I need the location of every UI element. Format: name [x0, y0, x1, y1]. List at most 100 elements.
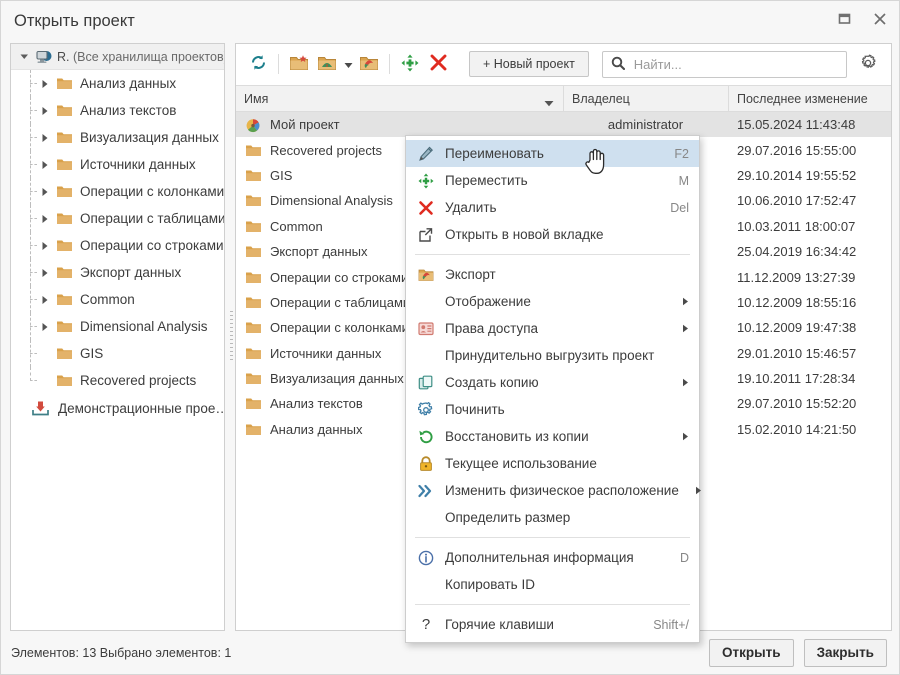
menu-item-5[interactable]: Экспорт: [406, 261, 699, 288]
tree-guide-tick: [30, 137, 37, 138]
menu-item-label: Починить: [445, 402, 505, 417]
tree-item-3[interactable]: Источники данных: [11, 151, 224, 178]
tree-root-label: R. (Все хранилища проектов): [57, 49, 225, 64]
menu-item-3[interactable]: Открыть в новой вкладке: [406, 221, 699, 248]
menu-item-10[interactable]: Починить: [406, 396, 699, 423]
tree-item-2[interactable]: Визуализация данных: [11, 124, 224, 151]
chevron-right-icon[interactable]: [39, 321, 51, 333]
menu-item-label: Горячие клавиши: [445, 617, 554, 632]
chevron-right-icon[interactable]: [39, 267, 51, 279]
tree-item-7[interactable]: Экспорт данных: [11, 259, 224, 286]
export-button[interactable]: [355, 50, 383, 78]
chevron-down-icon[interactable]: [18, 50, 31, 63]
column-header-owner[interactable]: Владелец: [563, 85, 728, 112]
new-project-button[interactable]: + Новый проект: [469, 51, 589, 77]
refresh-icon: [249, 53, 268, 75]
menu-item-label: Определить размер: [445, 510, 571, 525]
menu-item-7[interactable]: Права доступа: [406, 315, 699, 342]
cell-modified: 10.06.2010 17:52:47: [737, 193, 857, 209]
open-project-dialog: Открыть проект R. (Все хранилища проекто…: [0, 0, 900, 675]
chevron-right-icon[interactable]: [39, 132, 51, 144]
column-header-name[interactable]: Имя: [236, 85, 563, 112]
menu-item-17[interactable]: Копировать ID: [406, 571, 699, 598]
panel-splitter[interactable]: [227, 43, 235, 631]
question-icon: ?: [421, 616, 431, 633]
column-header-modified[interactable]: Последнее изменение: [728, 85, 891, 112]
dialog-buttons: Открыть Закрыть: [709, 638, 887, 667]
new-folder-button[interactable]: [285, 50, 313, 78]
row-name-label: Операции со строками: [270, 269, 409, 285]
copy-icon: [416, 375, 436, 390]
list-settings-button[interactable]: [855, 51, 881, 77]
tree-item-8[interactable]: Common: [11, 286, 224, 313]
menu-separator: [415, 254, 690, 255]
close-dialog-button[interactable]: Закрыть: [803, 638, 887, 667]
tree-root-sublabel: (Все хранилища проектов): [72, 49, 225, 64]
cell-name: Мой проект: [236, 117, 563, 133]
open-button[interactable]: Открыть: [709, 638, 794, 667]
tree-item-demo-projects[interactable]: Демонстрационные прое…: [11, 394, 224, 422]
refresh-button[interactable]: [244, 50, 272, 78]
tree-item-11[interactable]: Recovered projects: [11, 367, 224, 394]
import-tray-icon: [31, 400, 50, 417]
table-row[interactable]: Мой проект administrator 15.05.2024 11:43:…: [236, 112, 891, 138]
tree-guide-tick: [30, 83, 37, 84]
chevron-right-icon[interactable]: [39, 213, 51, 225]
move-button[interactable]: [396, 50, 424, 78]
menu-item-16[interactable]: Дополнительная информация D: [406, 544, 699, 571]
close-button[interactable]: [867, 8, 893, 32]
chevron-right-icon[interactable]: [39, 294, 51, 306]
maximize-button[interactable]: [831, 8, 857, 32]
menu-item-shortcut: Del: [670, 200, 689, 215]
folder-icon: [56, 103, 73, 118]
folder-icon: [245, 346, 262, 361]
tree-item-5[interactable]: Операции с таблицами: [11, 205, 224, 232]
menu-item-19[interactable]: ? Горячие клавиши Shift+/: [406, 611, 699, 638]
tree-item-4[interactable]: Операции с колонками: [11, 178, 224, 205]
chevron-right-icon[interactable]: [39, 105, 51, 117]
delete-button[interactable]: [424, 50, 452, 78]
tree-item-label: Dimensional Analysis: [80, 319, 208, 334]
tree-item-9[interactable]: Dimensional Analysis: [11, 313, 224, 340]
chevron-right-icon[interactable]: [39, 186, 51, 198]
tree-item-10[interactable]: GIS: [11, 340, 224, 367]
folder-icon: [245, 422, 262, 437]
folder-icon: [245, 295, 262, 310]
import-button[interactable]: [313, 50, 341, 78]
row-name-label: Мой проект: [270, 117, 340, 133]
chevron-right-icon[interactable]: [39, 78, 51, 90]
menu-item-14[interactable]: Определить размер: [406, 504, 699, 531]
search-input[interactable]: [631, 52, 846, 76]
menu-item-13[interactable]: Изменить физическое расположение: [406, 477, 701, 504]
menu-item-11[interactable]: Восстановить из копии: [406, 423, 699, 450]
menu-item-9[interactable]: Создать копию: [406, 369, 699, 396]
tree-root-item[interactable]: R. (Все хранилища проектов): [11, 44, 224, 70]
chevron-right-icon[interactable]: [39, 159, 51, 171]
tree-item-label: Анализ данных: [80, 76, 177, 91]
cell-modified: 10.12.2009 18:55:16: [737, 294, 857, 310]
menu-item-1[interactable]: Переместить M: [406, 167, 699, 194]
menu-item-6[interactable]: Отображение: [406, 288, 699, 315]
chevron-down-icon: [344, 57, 353, 72]
submenu-arrow-icon: [666, 324, 689, 333]
tree-item-6[interactable]: Операции со строками: [11, 232, 224, 259]
menu-item-2[interactable]: Удалить Del: [406, 194, 699, 221]
maximize-icon: [838, 12, 851, 28]
cell-modified: 29.07.2016 15:55:00: [737, 142, 857, 158]
column-header-label: Последнее изменение: [737, 91, 868, 106]
chevron-right-icon[interactable]: [39, 240, 51, 252]
menu-item-label: Изменить физическое расположение: [445, 483, 679, 498]
import-dropdown-caret[interactable]: [341, 50, 355, 78]
menu-item-label: Экспорт: [445, 267, 496, 282]
menu-item-0[interactable]: Переименовать F2: [406, 140, 699, 167]
tree-guide-tick: [30, 380, 37, 381]
menu-item-12[interactable]: Текущее использование: [406, 450, 699, 477]
pencil-icon: [416, 146, 436, 162]
tree-item-0[interactable]: Анализ данных: [11, 70, 224, 97]
menu-item-8[interactable]: Принудительно выгрузить проект: [406, 342, 699, 369]
row-name-label: Визуализация данных: [270, 371, 404, 387]
tree-item-1[interactable]: Анализ текстов: [11, 97, 224, 124]
toolbar-separator: [278, 54, 279, 74]
submenu-arrow-icon: [666, 297, 689, 306]
search-box[interactable]: [601, 50, 847, 78]
